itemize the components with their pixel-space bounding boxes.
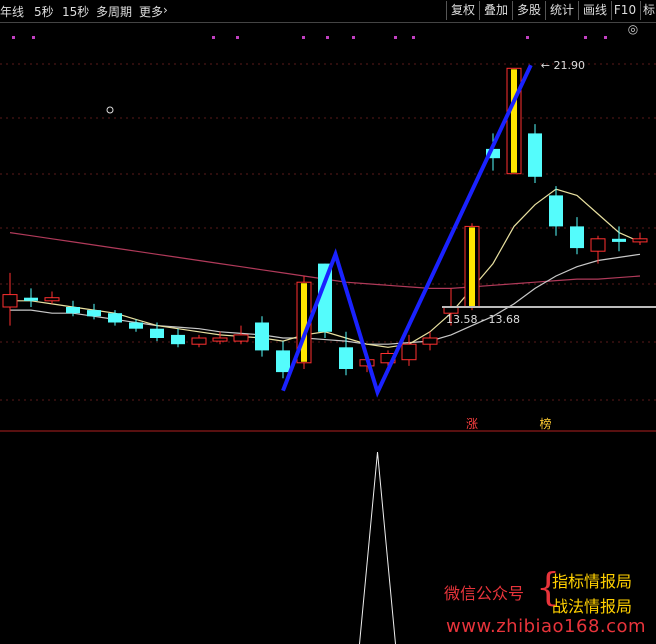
watermark-wechat-label: 微信公众号	[444, 584, 525, 603]
indicator-spike-line	[359, 451, 396, 644]
limit-up-bar-24	[511, 69, 517, 173]
candlestick-chart[interactable]: 13.58 - 13.68 ← 21.90 涨 榜	[0, 22, 656, 644]
limit-up-bar-22	[469, 227, 475, 306]
top-marker-dot-3	[236, 36, 239, 39]
candle-body-16	[339, 347, 353, 369]
top-marker-dot-11	[604, 36, 607, 39]
top-marker-dot-0	[12, 36, 15, 39]
top-marker-dot-4	[302, 36, 305, 39]
watermark-line-tactic: 战法情报局	[552, 597, 633, 616]
f10-button[interactable]: F10	[611, 1, 638, 20]
limit-up-bar-14	[301, 283, 307, 362]
watermark-url: www.zhibiao168.com	[446, 616, 647, 637]
watermark-line-indicator: 指标情报局	[552, 572, 633, 591]
more-menu[interactable]: 更多	[139, 3, 163, 20]
candle-body-11	[233, 334, 249, 342]
period-15s[interactable]: 15秒	[62, 3, 89, 20]
chevron-right-icon[interactable]: ›	[163, 3, 168, 17]
multi-period[interactable]: 多周期	[96, 3, 132, 20]
top-marker-dot-1	[32, 36, 35, 39]
marker-label-1: 榜	[540, 416, 552, 431]
candle-body-13	[276, 350, 290, 373]
candle-body-19	[401, 343, 417, 361]
candle-body-28	[590, 238, 606, 252]
mark-button[interactable]: 标	[640, 1, 656, 20]
candle-body-25	[528, 133, 542, 177]
marker-circle	[106, 106, 114, 114]
candle-body-30	[632, 238, 648, 243]
top-marker-dot-10	[584, 36, 587, 39]
candle-body-2	[44, 297, 60, 302]
candle-body-8	[171, 334, 185, 345]
period-5s[interactable]: 5秒	[34, 3, 54, 20]
candle-body-9	[191, 337, 207, 345]
top-marker-dot-9	[526, 36, 529, 39]
candle-body-26	[549, 195, 563, 227]
candle-body-29	[612, 238, 626, 242]
top-marker-dot-7	[394, 36, 397, 39]
top-marker-dot-5	[326, 36, 329, 39]
candle-body-1	[24, 297, 38, 301]
period-year[interactable]: 年线	[0, 3, 24, 20]
candle-body-4	[87, 310, 101, 317]
range-label: 13.58 - 13.68	[446, 313, 520, 326]
candle-body-7	[150, 328, 164, 338]
draw-line-button[interactable]: 画线	[578, 1, 611, 20]
statistics-button[interactable]: 统计	[545, 1, 578, 20]
candle-body-10	[212, 337, 228, 342]
restore-rights-button[interactable]: 复权	[446, 1, 479, 20]
candle-body-0	[2, 294, 18, 308]
top-marker-dot-8	[412, 36, 415, 39]
candle-body-3	[66, 307, 80, 314]
candle-body-20	[422, 337, 438, 345]
marker-label-0: 涨	[466, 416, 478, 431]
overlay-button[interactable]: 叠加	[479, 1, 512, 20]
top-marker-dot-6	[352, 36, 355, 39]
top-marker-dot-2	[212, 36, 215, 39]
price-high-label: ← 21.90	[541, 59, 585, 72]
chart-toolbar: 年线 5秒 15秒 多周期 更多 › 复权 叠加 多股 统计 画线 F10 ◎ …	[0, 0, 656, 36]
candle-body-5	[108, 313, 122, 323]
candle-body-27	[570, 226, 584, 249]
multi-stock-button[interactable]: 多股	[512, 1, 545, 20]
candle-body-6	[129, 322, 143, 329]
candle-body-12	[255, 322, 269, 351]
